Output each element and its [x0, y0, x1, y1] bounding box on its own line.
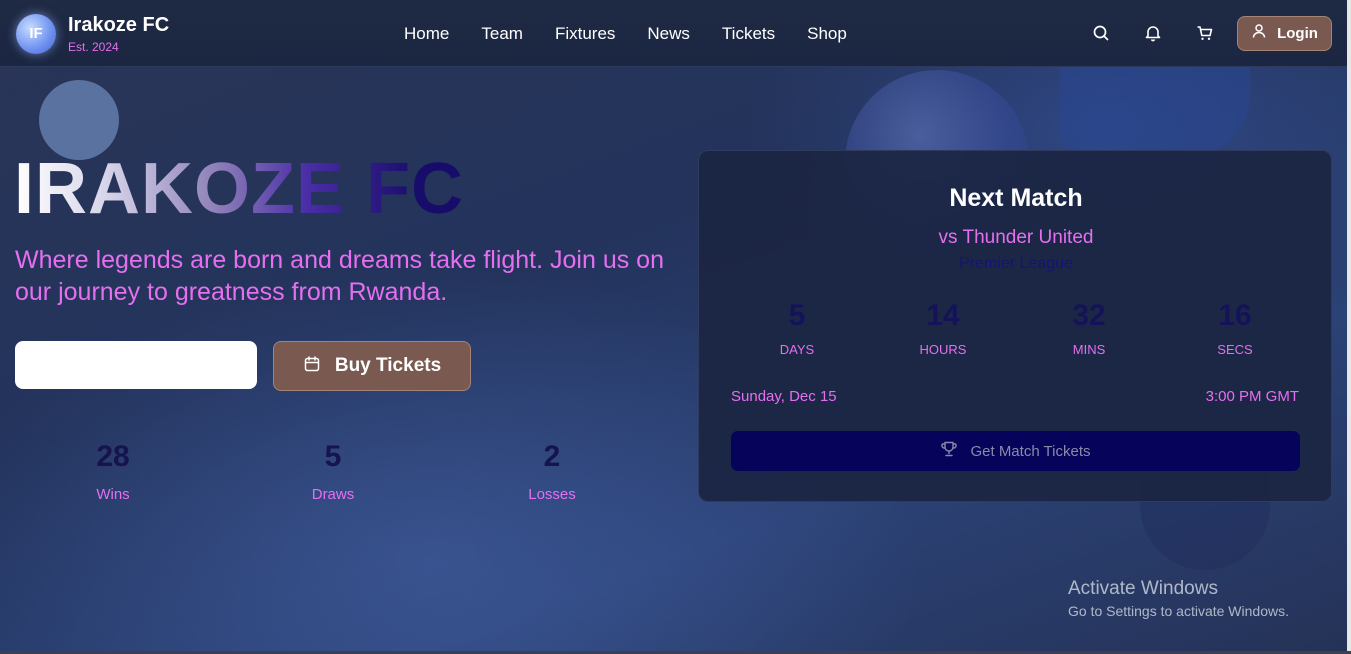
club-established: Est. 2024	[68, 40, 119, 54]
hero-tagline: Where legends are born and dreams take f…	[15, 246, 664, 306]
match-time: 3:00 PM GMT	[1205, 388, 1299, 405]
countdown-value: 14	[926, 299, 960, 332]
match-opponent: vs Thunder United	[938, 227, 1094, 248]
match-date: Sunday, Dec 15	[731, 388, 837, 405]
player-boot-image	[1060, 66, 1250, 156]
countdown-value: 5	[788, 299, 806, 332]
site-header: IF Irakoze FC Est. 2024 Home Team Fixtur…	[0, 0, 1347, 67]
user-icon	[1251, 23, 1267, 44]
stat-losses: 2 Losses	[492, 440, 612, 503]
stat-draws: 5 Draws	[273, 440, 393, 503]
get-match-tickets-label: Get Match Tickets	[970, 442, 1091, 460]
stat-value: 28	[96, 440, 130, 473]
stat-wins: 28 Wins	[53, 440, 173, 503]
club-logo[interactable]: IF	[16, 14, 56, 54]
next-match-title: Next Match	[949, 184, 1083, 212]
calendar-icon	[303, 355, 321, 378]
window-edge	[1347, 0, 1351, 654]
search-icon[interactable]	[1090, 22, 1112, 44]
activate-windows-subtitle: Go to Settings to activate Windows.	[1068, 603, 1289, 619]
countdown-label: SECS	[1217, 342, 1253, 357]
get-match-tickets-button[interactable]: Get Match Tickets	[731, 431, 1300, 471]
bell-icon[interactable]	[1142, 22, 1164, 44]
countdown-label: DAYS	[779, 342, 815, 357]
match-league: Premier League	[959, 255, 1073, 272]
login-label: Login	[1277, 25, 1318, 42]
nav-item-fixtures[interactable]: Fixtures	[555, 24, 615, 44]
nav-item-team[interactable]: Team	[481, 24, 523, 44]
buy-tickets-label: Buy Tickets	[334, 355, 442, 376]
hero-input[interactable]	[15, 341, 257, 389]
next-match-card: Next Match vs Thunder United Premier Lea…	[698, 150, 1332, 502]
stat-value: 2	[543, 440, 561, 473]
stat-label: Wins	[96, 486, 130, 503]
login-button[interactable]: Login	[1237, 16, 1332, 51]
stat-value: 5	[324, 440, 342, 473]
countdown-secs: 16 SECS	[1175, 299, 1295, 357]
nav-item-shop[interactable]: Shop	[807, 24, 847, 44]
cart-icon[interactable]	[1194, 22, 1216, 44]
main-nav: Home Team Fixtures News Tickets Shop	[404, 24, 879, 44]
buy-tickets-button[interactable]: Buy Tickets	[273, 341, 471, 391]
countdown-hours: 14 HOURS	[883, 299, 1003, 357]
countdown-label: MINS	[1072, 342, 1106, 357]
countdown-value: 32	[1072, 299, 1106, 332]
nav-item-tickets[interactable]: Tickets	[722, 24, 775, 44]
hero-title: IRAKOZE FC	[14, 149, 464, 229]
stat-label: Draws	[311, 486, 355, 503]
nav-item-home[interactable]: Home	[404, 24, 449, 44]
countdown-days: 5 DAYS	[737, 299, 857, 357]
countdown-value: 16	[1218, 299, 1252, 332]
activate-windows-title: Activate Windows	[1068, 578, 1218, 599]
club-name[interactable]: Irakoze FC	[68, 14, 169, 37]
countdown-mins: 32 MINS	[1029, 299, 1149, 357]
countdown-label: HOURS	[919, 342, 967, 357]
stat-label: Losses	[528, 486, 576, 503]
nav-item-news[interactable]: News	[647, 24, 690, 44]
trophy-icon	[940, 440, 958, 463]
